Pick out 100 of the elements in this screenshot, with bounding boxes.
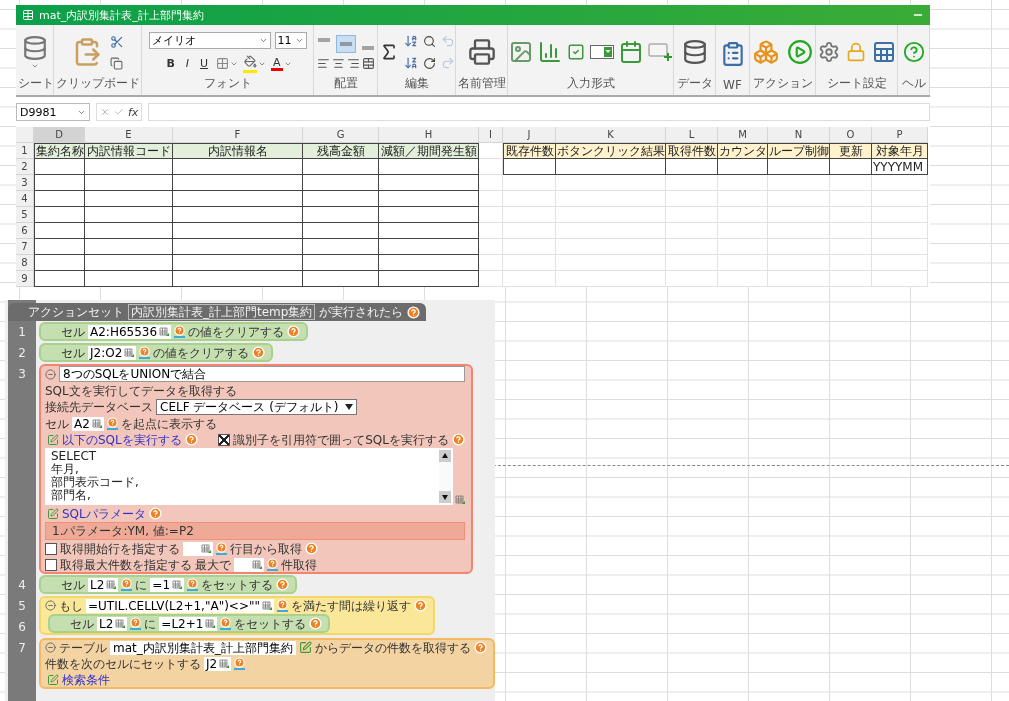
column-header[interactable]: O (830, 127, 872, 143)
sort-descending-icon[interactable] (403, 56, 418, 70)
cell-field[interactable]: A2 (72, 416, 104, 431)
database-icon[interactable] (21, 34, 48, 61)
sort-ascending-icon[interactable] (403, 34, 418, 48)
formula-field[interactable] (148, 103, 930, 121)
column-header[interactable]: L (666, 127, 718, 143)
collapse-icon[interactable] (45, 368, 56, 380)
font-size-field[interactable]: 11 (274, 31, 307, 49)
cell-field[interactable]: A2:H65536 (88, 324, 172, 339)
option-link[interactable]: 以下のSQLを実行する (47, 432, 182, 447)
cell-field[interactable] (183, 541, 213, 556)
cell-picker-icon[interactable] (124, 347, 135, 358)
scroll-down-icon[interactable] (439, 491, 451, 503)
cell-picker-icon[interactable] (159, 326, 170, 337)
scrollbar[interactable] (439, 450, 451, 503)
collapse-icon[interactable] (45, 642, 56, 653)
row-header[interactable]: 8 (16, 255, 34, 271)
align-right-icon[interactable] (346, 56, 360, 70)
printer-icon[interactable] (467, 38, 496, 66)
cell-field[interactable]: L2 (88, 577, 119, 592)
scroll-up-icon[interactable] (439, 450, 451, 462)
title-field[interactable]: 8つのSQLをUNIONで結合 (59, 366, 465, 382)
name-box[interactable]: D9981 (16, 103, 90, 121)
cell-picker-icon[interactable] (91, 418, 102, 429)
formula-icon[interactable] (174, 325, 186, 338)
row-header[interactable]: 1 (16, 143, 34, 159)
parameter-row[interactable]: 1.パラメータ:YM, 値:=P2 (45, 522, 465, 540)
formula-icon[interactable] (216, 542, 227, 555)
cell-picker-icon[interactable] (106, 579, 117, 590)
lock-icon[interactable] (845, 42, 866, 62)
cell-picker-icon[interactable] (455, 495, 465, 505)
font-style-button[interactable]: U (197, 57, 212, 70)
cell-picker-icon[interactable] (262, 600, 272, 611)
row-header[interactable]: 7 (16, 239, 34, 255)
cancel-icon[interactable] (100, 107, 110, 117)
column-header[interactable]: N (768, 127, 830, 143)
cell-picker-icon[interactable] (219, 658, 230, 669)
cell-field[interactable]: J2 (204, 656, 232, 671)
edit-icon[interactable] (47, 507, 59, 520)
edit-icon[interactable] (47, 673, 59, 686)
checkbox[interactable] (45, 542, 57, 555)
formula-icon[interactable] (121, 578, 133, 591)
calendar-icon[interactable] (619, 40, 643, 64)
image-icon[interactable] (509, 40, 533, 64)
cell-picker-icon[interactable] (201, 543, 211, 554)
column-header[interactable]: G (303, 127, 379, 143)
search-icon[interactable] (422, 34, 436, 48)
font-color-button[interactable]: A (271, 56, 283, 71)
cell-field[interactable]: =1 (150, 577, 185, 592)
font-style-button[interactable]: I (182, 57, 192, 70)
edit-icon[interactable] (298, 641, 312, 654)
play-icon[interactable] (786, 39, 813, 65)
row-header[interactable]: 6 (16, 223, 34, 239)
bar-chart-icon[interactable] (538, 40, 562, 64)
merge-cells-icon[interactable] (361, 56, 375, 70)
cell-field[interactable]: L2 (97, 616, 128, 631)
checkbox[interactable] (218, 433, 231, 446)
cell-picker-icon[interactable] (115, 618, 126, 629)
settings-icon[interactable] (817, 41, 840, 63)
blocks-icon[interactable] (752, 39, 779, 65)
checkbox[interactable] (45, 558, 57, 571)
formula-icon[interactable] (130, 617, 142, 630)
table-name-field[interactable]: mat_内訳別集計表_計上部門集約 (110, 640, 296, 655)
column-header[interactable]: E (85, 127, 173, 143)
copy-icon[interactable] (110, 56, 123, 70)
help-icon[interactable] (902, 41, 925, 63)
column-header[interactable]: K (556, 127, 666, 143)
checkbox-icon[interactable] (567, 43, 585, 61)
column-header[interactable]: J (503, 127, 556, 143)
cell-field[interactable]: =L2+1 (159, 616, 218, 631)
cell-picker-icon[interactable] (252, 559, 262, 570)
cell-field[interactable]: J2:O2 (88, 345, 137, 360)
add-button-icon[interactable] (648, 42, 672, 62)
cell-picker-icon[interactable] (205, 618, 216, 629)
column-header[interactable]: M (718, 127, 768, 143)
column-header[interactable]: D (34, 127, 85, 143)
row-header[interactable]: 4 (16, 191, 34, 207)
dropdown-list-icon[interactable] (590, 45, 614, 59)
cell-field[interactable] (234, 557, 264, 572)
column-header[interactable]: F (173, 127, 303, 143)
cell-field[interactable]: =UTIL.CELLV(L2+1,"A")<>"" (86, 598, 274, 613)
function-button[interactable]: fx (128, 105, 139, 119)
edit-icon[interactable] (47, 433, 59, 446)
fill-color-icon[interactable] (243, 54, 257, 68)
option-link[interactable]: SQLパラメータ (47, 506, 146, 521)
row-header[interactable]: 9 (16, 271, 34, 287)
formula-icon[interactable] (139, 346, 151, 359)
row-header[interactable]: 5 (16, 207, 34, 223)
database-select[interactable]: CELF データベース (デフォルト) (156, 399, 357, 415)
align-center-icon[interactable] (331, 56, 345, 70)
column-header[interactable]: P (872, 127, 928, 143)
row-header[interactable]: 2 (16, 159, 34, 175)
font-name-field[interactable]: メイリオ (148, 31, 271, 49)
confirm-icon[interactable] (114, 107, 124, 117)
formula-icon[interactable] (234, 657, 246, 670)
table-icon[interactable] (871, 40, 896, 64)
align-left-icon[interactable] (316, 56, 330, 70)
cut-icon[interactable] (109, 34, 124, 49)
formula-icon[interactable] (267, 558, 278, 571)
